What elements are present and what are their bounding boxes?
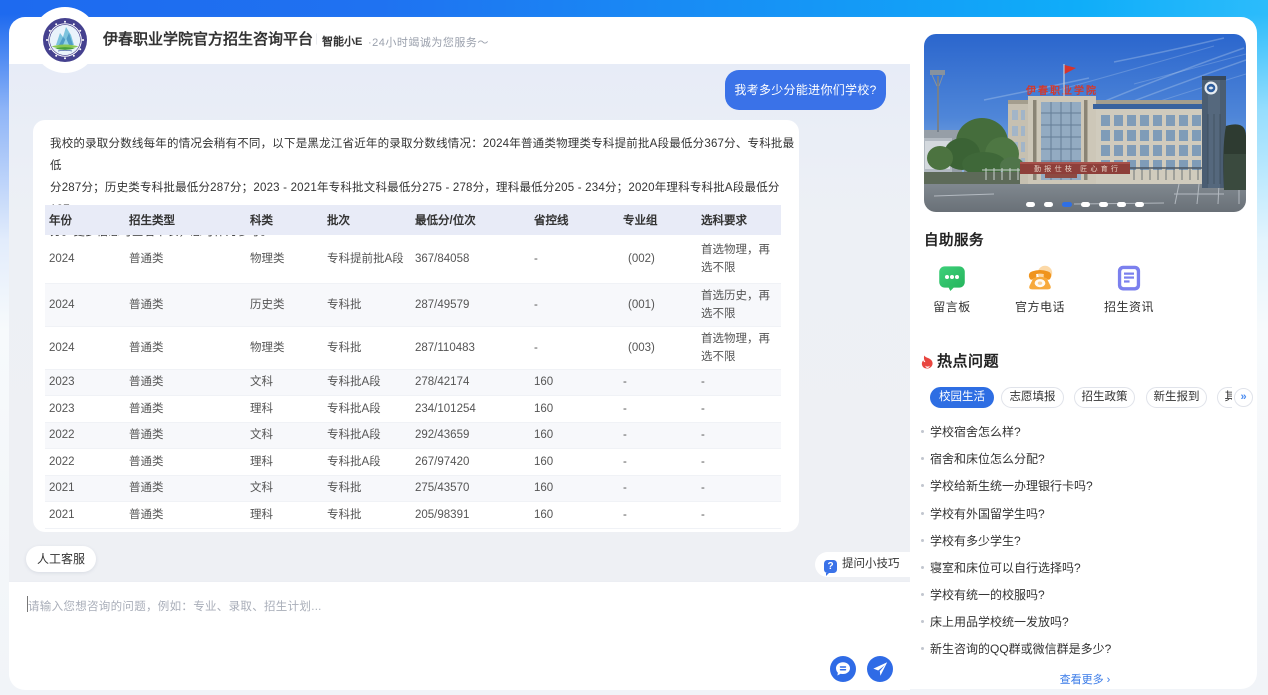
svg-text:勤报仕枝 匠心育行: 勤报仕枝 匠心育行 xyxy=(1034,164,1118,173)
